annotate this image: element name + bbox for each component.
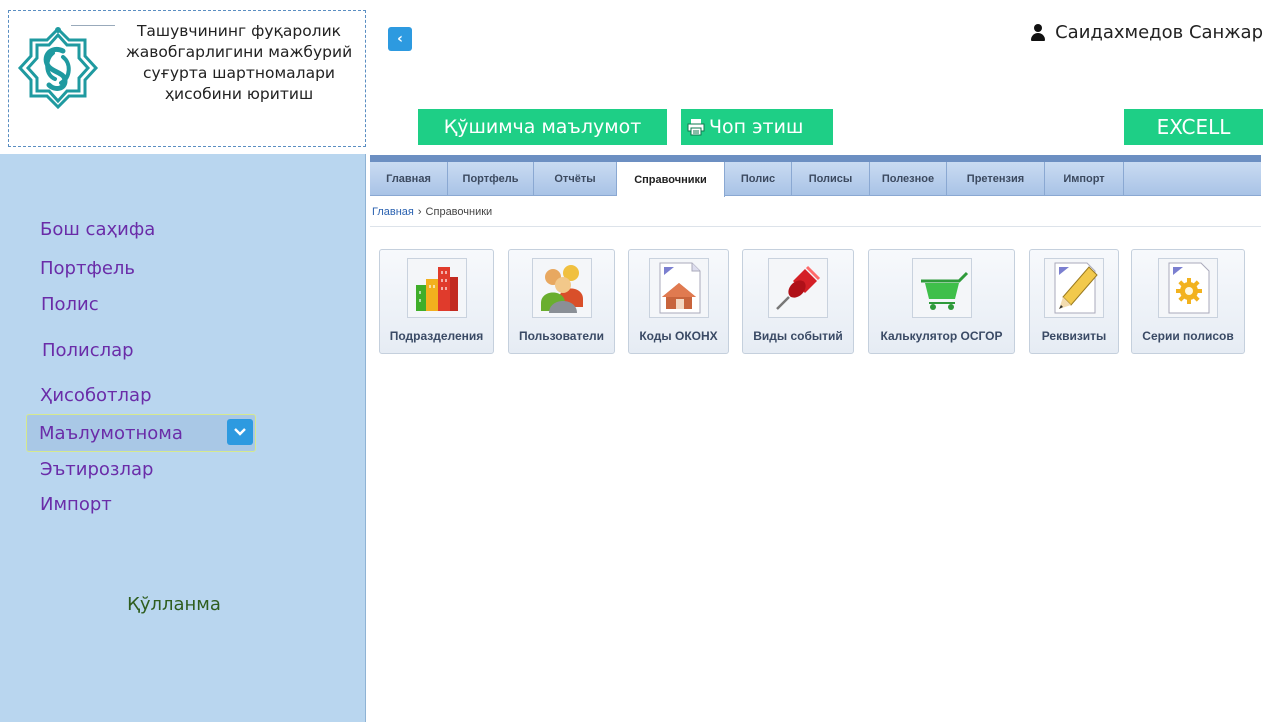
tile-icon-frame: [648, 258, 709, 318]
tile-users[interactable]: Пользователи: [508, 249, 615, 354]
users-icon: [540, 265, 583, 313]
sidebar-item-policies[interactable]: Полислар: [42, 340, 134, 361]
sidebar-item-import[interactable]: Импорт: [40, 494, 112, 515]
extra-info-button[interactable]: Қўшимча маълумот: [418, 109, 667, 145]
breadcrumb-home[interactable]: Главная: [372, 206, 414, 218]
print-label: Чоп этиш: [709, 116, 804, 138]
tab-policy[interactable]: Полис: [725, 162, 792, 196]
tile-event-types[interactable]: Виды событий: [742, 249, 854, 354]
tab-home[interactable]: Главная: [370, 162, 448, 196]
logo-icon: [17, 26, 99, 110]
house-document-icon: [659, 262, 700, 314]
tile-label: Калькулятор ОСГОР: [880, 329, 1003, 343]
tab-policies[interactable]: Полисы: [792, 162, 870, 196]
tab-reports[interactable]: Отчёты: [534, 162, 617, 196]
tile-departments[interactable]: Подразделения: [379, 249, 494, 354]
tile-label: Виды событий: [753, 329, 843, 343]
tab-bar: Главная Портфель Отчёты Справочники Поли…: [370, 162, 1261, 197]
tile-icon-frame: [768, 258, 828, 318]
sidebar-item-reports[interactable]: Ҳисоботлар: [40, 385, 152, 406]
tile-icon-frame: [911, 258, 972, 318]
app-title: Ташувчининг фуқаролик жавобгарлигини маж…: [125, 22, 353, 103]
breadcrumb-current: Справочники: [425, 206, 493, 218]
breadcrumb: Главная › Справочники: [372, 206, 492, 218]
tabs-top-bar: [370, 155, 1261, 162]
tab-useful[interactable]: Полезное: [870, 162, 947, 196]
tile-icon-frame: [1044, 258, 1104, 318]
sidebar-item-claims[interactable]: Эътирозлар: [40, 459, 153, 480]
sidebar: Бош саҳифа Портфель Полис Полислар Ҳисоб…: [0, 154, 366, 722]
user-name: Саидахмедов Санжар: [1055, 22, 1263, 43]
printer-icon: [687, 119, 705, 136]
breadcrumb-divider: [370, 226, 1261, 227]
cart-icon: [920, 271, 968, 310]
print-button[interactable]: Чоп этиш: [681, 109, 833, 145]
tab-portfolio[interactable]: Портфель: [448, 162, 534, 196]
sidebar-item-portfolio[interactable]: Портфель: [40, 258, 135, 279]
tile-policy-series[interactable]: Серии полисов: [1131, 249, 1245, 354]
tab-reference[interactable]: Справочники: [617, 162, 725, 197]
buildings-icon: [415, 267, 458, 311]
logo-box: Ташувчининг фуқаролик жавобгарлигини маж…: [8, 10, 366, 147]
pencil-document-icon: [1054, 262, 1098, 314]
tile-label: Подразделения: [389, 329, 484, 343]
tile-okonh-codes[interactable]: Коды ОКОНХ: [628, 249, 729, 354]
sidebar-item-policy[interactable]: Полис: [41, 294, 99, 315]
tile-label: Коды ОКОНХ: [639, 329, 718, 343]
excel-button[interactable]: EXCELL: [1124, 109, 1263, 145]
chevron-down-icon[interactable]: [227, 419, 253, 445]
sidebar-item-home[interactable]: Бош саҳифа: [40, 219, 155, 240]
pushpin-icon: [776, 265, 821, 310]
tab-import[interactable]: Импорт: [1045, 162, 1124, 196]
collapse-sidebar-button[interactable]: ‹: [388, 27, 412, 51]
tile-label: Серии полисов: [1142, 329, 1234, 343]
tile-osgor-calculator[interactable]: Калькулятор ОСГОР: [868, 249, 1015, 354]
tile-label: Реквизиты: [1041, 329, 1107, 343]
gear-document-icon: [1168, 262, 1210, 314]
tile-label: Пользователи: [518, 329, 605, 343]
breadcrumb-separator: ›: [417, 206, 422, 218]
user-menu[interactable]: Саидахмедов Санжар: [1031, 22, 1263, 43]
user-icon: [1031, 24, 1046, 41]
sidebar-item-reference[interactable]: Маълумотнома: [26, 414, 256, 452]
tab-claim[interactable]: Претензия: [947, 162, 1045, 196]
tile-icon-frame: [1158, 258, 1218, 318]
tile-requisites[interactable]: Реквизиты: [1029, 249, 1119, 354]
sidebar-item-label: Маълумотнома: [39, 423, 183, 444]
tile-icon-frame: [406, 258, 467, 318]
chevron-left-icon: ‹: [397, 31, 403, 47]
tile-icon-frame: [531, 258, 592, 318]
manual-link[interactable]: Қўлланма: [0, 594, 348, 615]
